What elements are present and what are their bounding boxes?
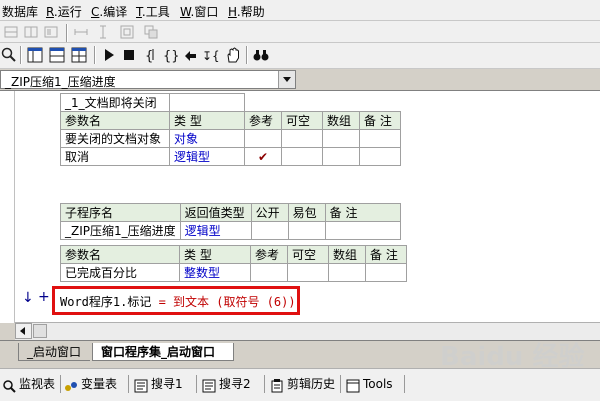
event-param-table: _1_文档即将关闭 参数名 类 型 参考 可空 数组 备 注 要关闭的文档对象 … [60, 93, 401, 166]
table-header: 数组 [322, 111, 360, 130]
menu-database[interactable]: 数据库 [2, 3, 38, 20]
subroutine-selector-value: _ZIP压缩1_压缩进度 [5, 75, 116, 89]
breakpoint-icon[interactable]: ↧{} [202, 46, 227, 64]
param-type[interactable]: 整数型 [179, 263, 251, 282]
event-name-cell[interactable]: _1_文档即将关闭 [60, 93, 170, 112]
same-size-icon[interactable] [118, 23, 136, 41]
layout-split-icon[interactable] [70, 46, 88, 64]
step-out-icon[interactable] [182, 46, 200, 64]
table-header: 备 注 [365, 245, 407, 264]
menu-window[interactable]: W.窗口 [180, 3, 218, 20]
menu-run[interactable]: R.运行 [46, 3, 82, 20]
table-row[interactable]: 取消 逻辑型 ✔ [60, 147, 401, 166]
find-icon[interactable] [0, 46, 18, 64]
subroutine-table: 子程序名 返回值类型 公开 易包 备 注 _ZIP压缩1_压缩进度 逻辑型 [60, 203, 401, 240]
scroll-thumb[interactable] [33, 324, 47, 338]
menu-bar: 数据库 R.运行 C.编译 T.工具 W.窗口 H.帮助 [0, 0, 600, 21]
stop-icon[interactable] [120, 46, 138, 64]
param-name[interactable]: 要关闭的文档对象 [60, 129, 170, 148]
subroutine-name[interactable]: _ZIP压缩1_压缩进度 [60, 221, 181, 240]
param-type[interactable]: 对象 [169, 129, 245, 148]
search-list-icon [202, 378, 216, 392]
table-header: 公开 [250, 203, 289, 222]
subroutine-param-table: 参数名 类 型 参考 可空 数组 备 注 已完成百分比 整数型 [60, 245, 407, 282]
watch-button[interactable]: 监视表 [2, 373, 55, 395]
table-header: 类 型 [179, 245, 251, 264]
table-header: 备 注 [324, 203, 401, 222]
table-header: 数组 [328, 245, 366, 264]
svg-text:{}: {} [163, 49, 180, 64]
main-toolbar: { {} ↧{} [0, 43, 600, 69]
layout-window-icon[interactable] [26, 46, 44, 64]
hand-icon[interactable] [224, 46, 242, 64]
svg-text:{: { [145, 49, 153, 64]
menu-tools[interactable]: T.工具 [136, 3, 170, 20]
scroll-left-icon[interactable] [15, 323, 32, 339]
table-header: 参数名 [60, 111, 170, 130]
table-header: 参数名 [60, 245, 180, 264]
step-into-icon[interactable]: { [142, 46, 160, 64]
align-right-icon[interactable] [42, 23, 60, 41]
tab-start-window[interactable]: _启动窗口 [18, 343, 90, 361]
table-header: 参考 [250, 245, 288, 264]
variables-icon [64, 378, 78, 392]
param-type[interactable]: 逻辑型 [169, 147, 245, 166]
chevron-down-icon[interactable] [278, 71, 295, 88]
bottom-panel-toolbar: 监视表 变量表 搜寻1 搜寻2 剪辑历史 Tools [0, 368, 600, 401]
table-header: 类 型 [169, 111, 245, 130]
subroutine-selector[interactable]: _ZIP压缩1_压缩进度 [0, 70, 296, 89]
search1-button[interactable]: 搜寻1 [134, 373, 183, 395]
clipboard-icon [270, 378, 284, 392]
variables-button[interactable]: 变量表 [64, 373, 117, 395]
binoculars-icon[interactable] [252, 46, 270, 64]
tab-window-program[interactable]: 窗口程序集_启动窗口 [92, 343, 234, 361]
search2-button[interactable]: 搜寻2 [202, 373, 251, 395]
alignment-toolbar [0, 21, 600, 43]
param-name[interactable]: 取消 [60, 147, 170, 166]
menu-help[interactable]: H.帮助 [228, 3, 265, 20]
layout-horizontal-icon[interactable] [48, 46, 66, 64]
table-header: 可空 [281, 111, 323, 130]
table-header: 备 注 [359, 111, 401, 130]
table-header: 参考 [244, 111, 282, 130]
table-header: 易包 [287, 203, 326, 222]
code-line[interactable]: Word程序1.标记 = 到文本 (取符号 (6)) [60, 293, 296, 310]
same-width-icon[interactable] [72, 23, 90, 41]
table-header: 子程序名 [60, 203, 181, 222]
tools-button[interactable]: Tools [346, 373, 393, 395]
plus-icon[interactable]: + [38, 289, 50, 305]
return-type[interactable]: 逻辑型 [179, 221, 252, 240]
clip-history-button[interactable]: 剪辑历史 [270, 373, 335, 395]
param-name[interactable]: 已完成百分比 [60, 263, 180, 282]
magnifier-icon [2, 378, 16, 393]
menu-compile[interactable]: C.编译 [91, 3, 127, 20]
align-center-icon[interactable] [22, 23, 40, 41]
step-over-icon[interactable]: {} [162, 46, 180, 64]
search-list-icon [134, 378, 148, 392]
table-row[interactable]: 已完成百分比 整数型 [60, 263, 407, 282]
check-icon[interactable]: ✔ [244, 147, 282, 166]
tools-icon [346, 378, 360, 392]
bring-front-icon[interactable] [142, 23, 160, 41]
table-row[interactable]: 要关闭的文档对象 对象 [60, 129, 401, 148]
table-header: 可空 [287, 245, 329, 264]
align-left-icon[interactable] [2, 23, 20, 41]
table-header: 返回值类型 [179, 203, 252, 222]
table-row[interactable]: _ZIP压缩1_压缩进度 逻辑型 [60, 221, 401, 240]
same-height-icon[interactable] [94, 23, 112, 41]
arrow-down-icon: ↓ [22, 290, 34, 306]
run-icon[interactable] [100, 46, 118, 64]
svg-text:↧{}: ↧{} [202, 49, 220, 63]
